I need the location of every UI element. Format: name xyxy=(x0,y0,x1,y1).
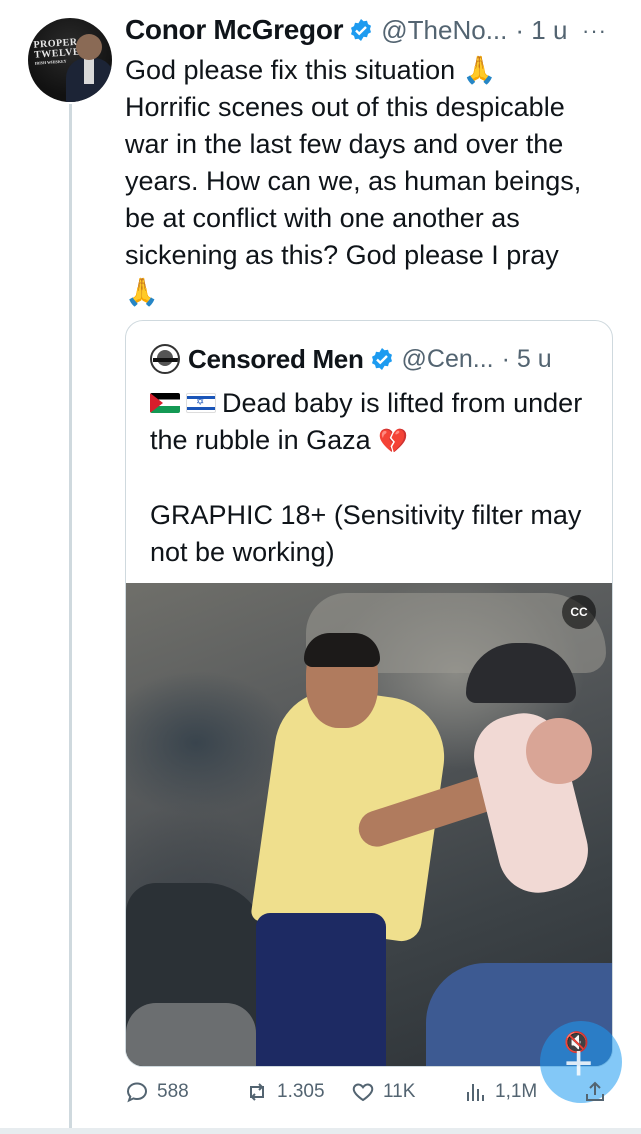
video-person-hair xyxy=(304,633,380,667)
thread-line xyxy=(69,104,72,1134)
quoted-time[interactable]: · 5 u xyxy=(502,345,552,374)
quoted-text: Dead baby is lifted from under the rubbl… xyxy=(150,385,590,571)
israel-flag-icon xyxy=(186,393,216,413)
author-handle[interactable]: @TheNo... xyxy=(381,15,507,46)
broken-heart-icon: 💔 xyxy=(378,428,409,455)
quoted-author-name[interactable]: Censored Men xyxy=(188,344,364,375)
palestine-flag-icon xyxy=(150,393,180,413)
tweet-time[interactable]: · 1 u xyxy=(515,15,567,46)
quoted-text-line2: GRAPHIC 18+ (Sensitivity filter may not … xyxy=(150,500,582,567)
author-name[interactable]: Conor McGregor xyxy=(125,14,344,46)
views-count: 1,1M xyxy=(495,1081,538,1102)
quoted-avatar[interactable] xyxy=(150,344,180,374)
tweet-header: Conor McGregor @TheNo... · 1 u xyxy=(125,12,567,48)
repost-count: 1.305 xyxy=(277,1081,325,1102)
video-player[interactable]: CC xyxy=(126,583,612,1066)
tweet-text: God please fix this situation 🙏 Horrific… xyxy=(125,55,582,307)
quoted-tweet[interactable]: Censored Men @Cen... · 5 u Dead baby is … xyxy=(125,320,613,1067)
quoted-header: Censored Men @Cen... · 5 u xyxy=(150,342,552,376)
reply-count: 588 xyxy=(157,1081,189,1102)
captions-icon[interactable]: CC xyxy=(562,595,596,629)
bottom-divider xyxy=(0,1128,641,1134)
avatar[interactable]: PROPER TWELVE IRISH WHISKEY xyxy=(28,18,112,102)
video-rubble xyxy=(126,1003,256,1066)
verified-badge-icon xyxy=(351,19,372,41)
repost-button[interactable]: 1.305 xyxy=(245,1080,325,1104)
avatar-shirt xyxy=(84,58,94,84)
views-icon xyxy=(467,1084,484,1101)
quoted-author-handle[interactable]: @Cen... xyxy=(402,345,494,374)
more-options-icon[interactable]: ··· xyxy=(582,18,607,44)
reply-icon xyxy=(126,1082,148,1103)
reply-button[interactable]: 588 xyxy=(125,1080,189,1104)
video-baby-head xyxy=(526,718,592,784)
tweet-actions: 588 1.305 11K 1,1M xyxy=(125,1080,615,1110)
repost-icon xyxy=(250,1083,264,1101)
share-icon xyxy=(586,1081,604,1101)
like-count: 11K xyxy=(383,1081,416,1102)
verified-badge-icon xyxy=(371,348,392,370)
views-button[interactable]: 1,1M xyxy=(463,1080,537,1104)
share-button[interactable] xyxy=(583,1080,615,1104)
heart-icon xyxy=(352,1083,374,1102)
avatar-face xyxy=(76,34,102,60)
like-button[interactable]: 11K xyxy=(351,1080,415,1104)
video-person-pants xyxy=(256,913,386,1066)
